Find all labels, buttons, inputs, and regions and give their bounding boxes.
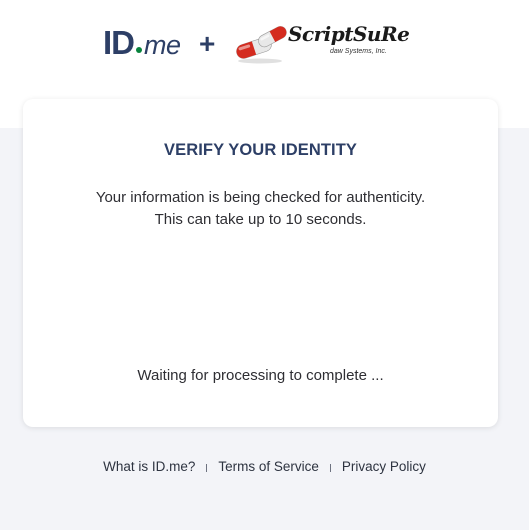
scriptsure-logo-subtext: daw Systems, Inc.	[330, 48, 387, 55]
idme-logo-id-text: ID	[103, 24, 135, 61]
terms-of-service-link[interactable]: Terms of Service	[218, 459, 319, 474]
what-is-idme-link[interactable]: What is ID.me?	[103, 459, 195, 474]
processing-status-text: Waiting for processing to complete ...	[137, 367, 384, 384]
footer-separator	[206, 463, 208, 472]
page-title: VERIFY YOUR IDENTITY	[163, 141, 357, 159]
footer-separator	[329, 463, 331, 472]
plus-sign: +	[199, 28, 216, 59]
status-message-line-1: Your information is being checked for au…	[95, 189, 426, 206]
status-message-line-2: This can take up to 10 seconds.	[154, 211, 367, 228]
pill-capsules-icon	[236, 26, 287, 64]
idme-logo-me-text: me	[144, 30, 181, 60]
privacy-policy-link[interactable]: Privacy Policy	[342, 459, 426, 474]
header: ID me + ScriptSuRe daw Systems, Inc.	[0, 0, 529, 90]
footer-links: What is ID.me? Terms of Service Privacy …	[0, 459, 529, 474]
idme-logo: ID me	[103, 24, 181, 64]
scriptsure-logo: ScriptSuRe daw Systems, Inc.	[234, 22, 414, 64]
verification-card: VERIFY YOUR IDENTITY Your information is…	[23, 99, 498, 427]
status-message: Your information is being checked for au…	[23, 187, 498, 231]
idme-logo-dot	[136, 47, 142, 53]
page: ID me + ScriptSuRe daw Systems, Inc. VER…	[0, 0, 529, 530]
scriptsure-logo-text: ScriptSuRe	[288, 22, 410, 46]
